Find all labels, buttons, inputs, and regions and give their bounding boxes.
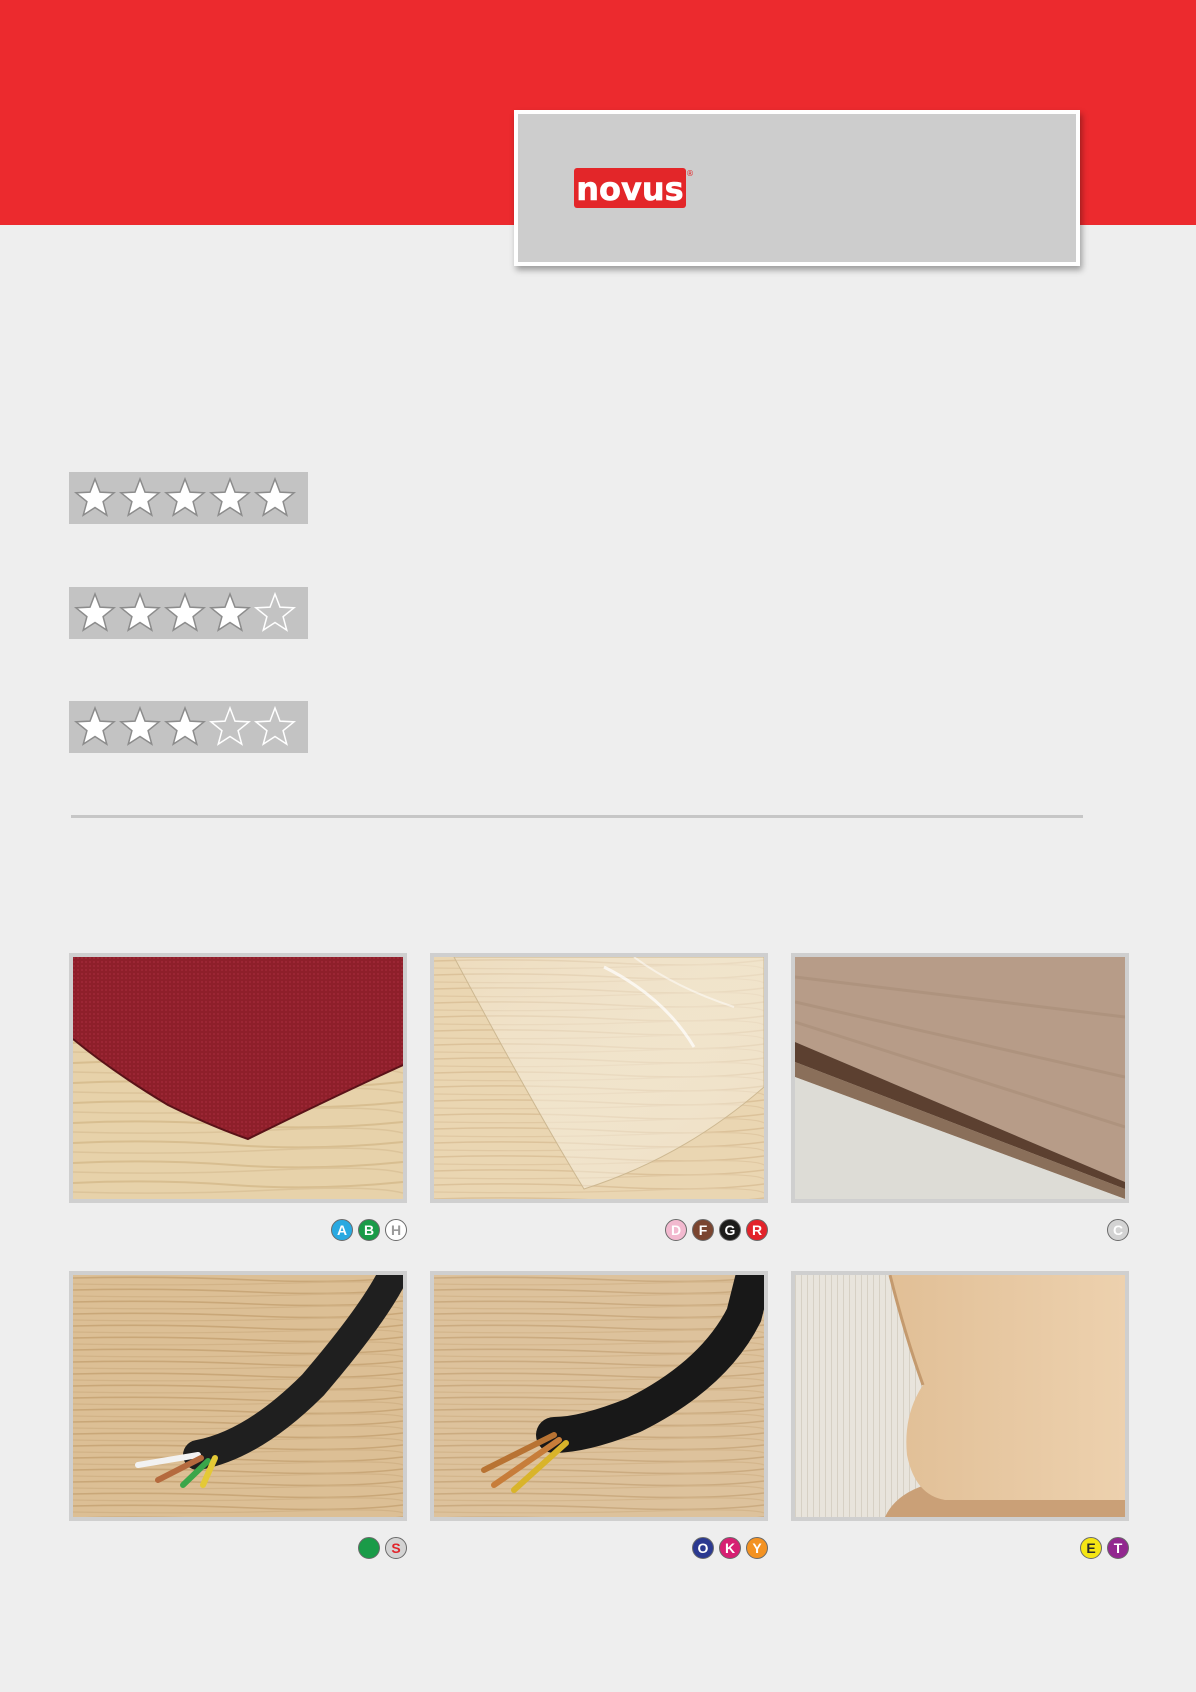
star-filled-icon (163, 705, 207, 746)
material-badge-e: E (1080, 1537, 1102, 1559)
material-badge-k: K (719, 1537, 741, 1559)
star-filled-icon (73, 705, 117, 746)
rating-four-stars (69, 587, 308, 639)
badge-group-plastic-film: DFGR (430, 1219, 768, 1243)
badge-group-fabric: ABH (69, 1219, 407, 1243)
material-badge-t: T (1107, 1537, 1129, 1559)
star-filled-icon (73, 591, 117, 632)
star-filled-icon (208, 591, 252, 632)
star-filled-icon (118, 591, 162, 632)
star-filled-icon (163, 591, 207, 632)
badge-group-cable-copper: OKY (430, 1537, 768, 1561)
material-badge-y: Y (746, 1537, 768, 1559)
badge-group-cable-coloured: LS (69, 1537, 407, 1561)
material-badge-d: D (665, 1219, 687, 1241)
badge-group-fibreboard: C (791, 1219, 1129, 1243)
material-badge-g: G (719, 1219, 741, 1241)
star-filled-icon (163, 476, 207, 517)
material-badge-h: H (385, 1219, 407, 1241)
star-empty-icon (208, 705, 252, 746)
photo-cable-coloured (69, 1271, 407, 1521)
logo-text: novus (576, 170, 683, 208)
material-badge-c: C (1107, 1219, 1129, 1241)
rating-five-stars (69, 472, 308, 524)
star-filled-icon (208, 476, 252, 517)
material-badge-a: A (331, 1219, 353, 1241)
star-filled-icon (73, 476, 117, 517)
photo-plastic-film (430, 953, 768, 1203)
photo-fibreboard (791, 953, 1129, 1203)
brand-box: novus ® (514, 110, 1080, 266)
rating-three-stars (69, 701, 308, 753)
star-filled-icon (118, 476, 162, 517)
material-badge-l: L (358, 1537, 380, 1559)
section-divider (71, 815, 1083, 818)
registered-mark: ® (686, 169, 694, 178)
novus-logo: novus ® (574, 168, 694, 208)
material-badge-o: O (692, 1537, 714, 1559)
star-row (73, 591, 297, 632)
star-filled-icon (118, 705, 162, 746)
star-empty-icon (253, 591, 297, 632)
photo-cable-copper (430, 1271, 768, 1521)
material-badge-s: S (385, 1537, 407, 1559)
star-filled-icon (253, 476, 297, 517)
material-badge-b: B (358, 1219, 380, 1241)
star-empty-icon (253, 705, 297, 746)
photo-skirting-board (791, 1271, 1129, 1521)
badge-group-skirting-board: ET (791, 1537, 1129, 1561)
material-badge-r: R (746, 1219, 768, 1241)
star-row (73, 705, 297, 746)
star-row (73, 476, 297, 517)
material-badge-f: F (692, 1219, 714, 1241)
photo-fabric (69, 953, 407, 1203)
